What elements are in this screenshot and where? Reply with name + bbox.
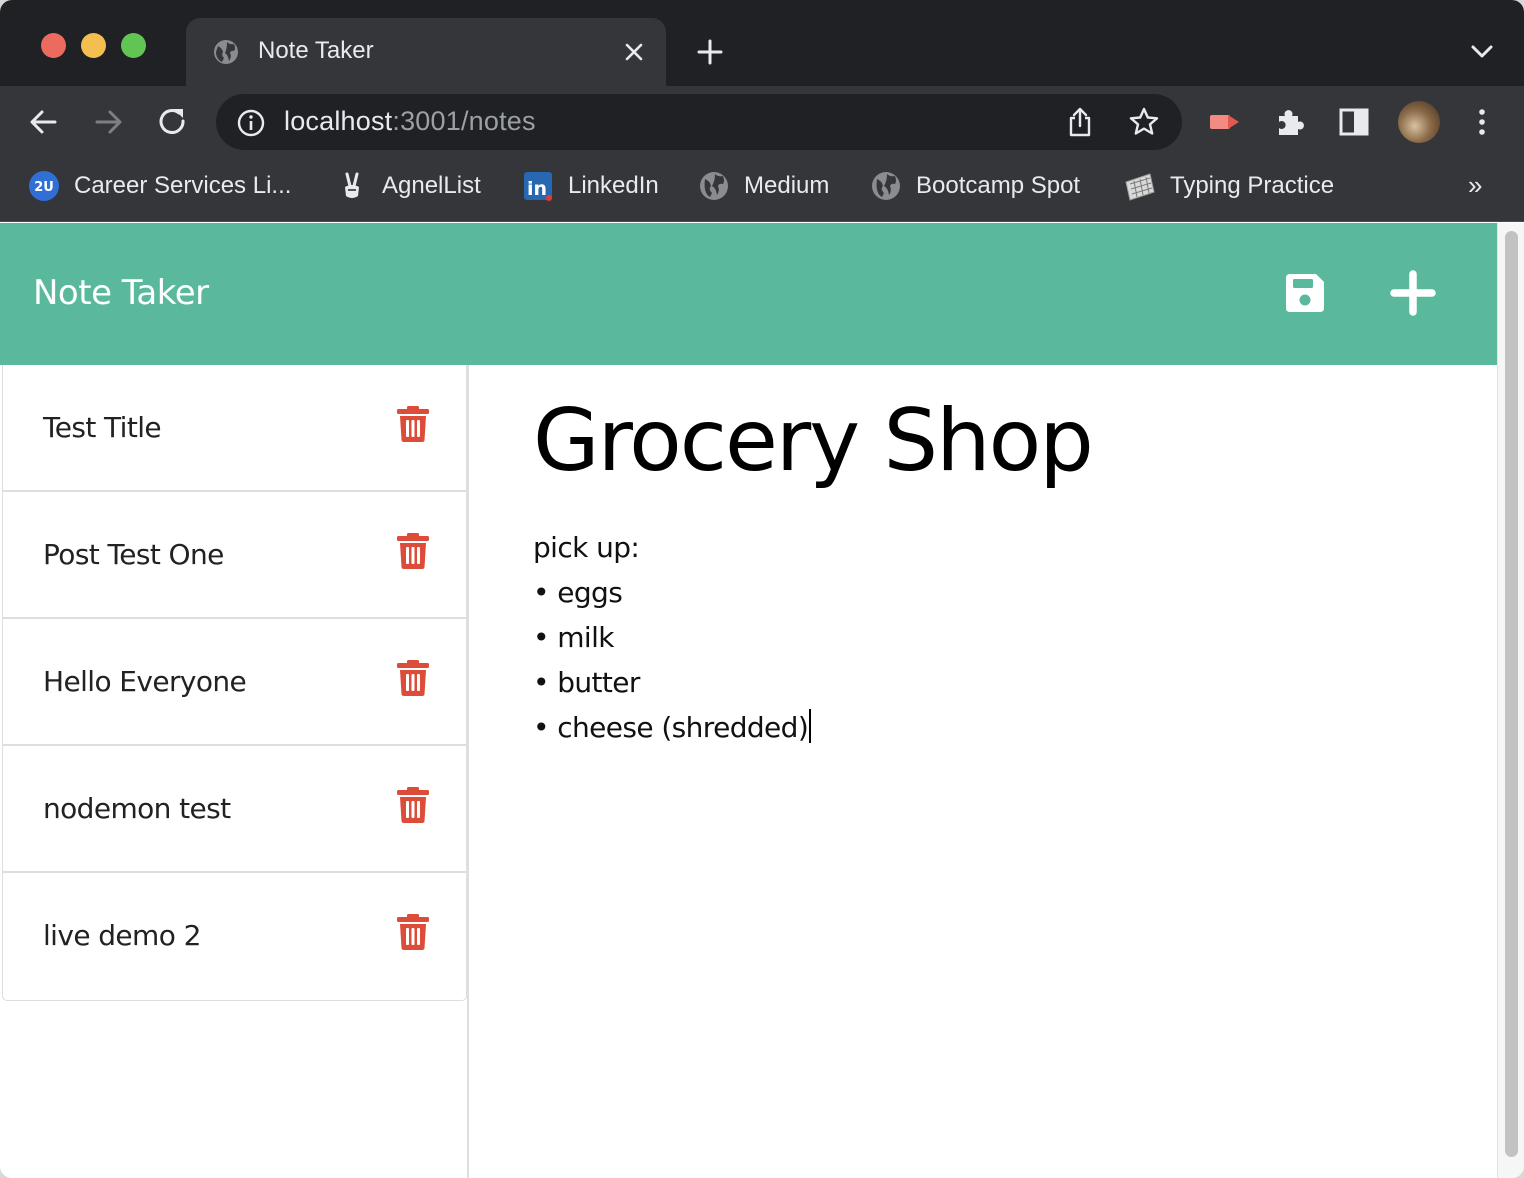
- side-panel-icon[interactable]: [1336, 104, 1372, 140]
- screen-recorder-extension-icon[interactable]: [1206, 104, 1242, 140]
- share-icon[interactable]: [1064, 106, 1096, 138]
- note-editor: Grocery Shop pick up: • eggs • milk • bu…: [471, 365, 1497, 1178]
- note-title[interactable]: live demo 2: [43, 919, 201, 952]
- tab-title: Note Taker: [258, 37, 374, 64]
- browser-tab[interactable]: Note Taker: [186, 18, 666, 86]
- note-line: • butter: [533, 666, 640, 699]
- app-brand[interactable]: Note Taker: [33, 273, 209, 313]
- note-title[interactable]: nodemon test: [43, 792, 231, 825]
- list-item[interactable]: Post Test One: [3, 492, 466, 619]
- note-line: • eggs: [533, 576, 623, 609]
- bookmark-medium[interactable]: Medium: [698, 168, 829, 204]
- app-navbar: Note Taker: [0, 223, 1497, 365]
- scrollbar-thumb[interactable]: [1505, 231, 1518, 1157]
- trash-icon[interactable]: [396, 786, 430, 824]
- svg-text:in: in: [527, 178, 547, 200]
- puzzle-extensions-icon[interactable]: [1273, 104, 1309, 140]
- note-list: Test Title Post Test One Hello Everyone …: [2, 365, 467, 1001]
- address-bar[interactable]: localhost:3001/notes: [216, 94, 1182, 150]
- svg-text:2U: 2U: [34, 180, 54, 195]
- web-page: Note Taker Test Title Post Test One Hell…: [0, 223, 1497, 1178]
- note-line-last: • cheese (shredded): [533, 705, 812, 750]
- globe-icon: [214, 40, 238, 64]
- plus-icon[interactable]: [1390, 270, 1436, 316]
- trash-icon[interactable]: [396, 659, 430, 697]
- note-text-area[interactable]: pick up: • eggs • milk • butter • cheese…: [533, 525, 812, 750]
- bookmarks-bar: 2U Career Services Li... AgnelList in Li…: [0, 156, 1524, 222]
- save-icon[interactable]: [1282, 270, 1328, 316]
- list-item[interactable]: Hello Everyone: [3, 619, 466, 746]
- info-icon[interactable]: [236, 108, 266, 138]
- forward-arrow-icon[interactable]: [90, 104, 126, 140]
- note-title[interactable]: Hello Everyone: [43, 665, 247, 698]
- 2u-icon: 2U: [29, 171, 59, 201]
- minimize-window-button[interactable]: [81, 33, 106, 58]
- bookmark-typing-practice[interactable]: Typing Practice: [1124, 168, 1334, 204]
- trash-icon[interactable]: [396, 405, 430, 443]
- note-title[interactable]: Post Test One: [43, 538, 224, 571]
- notes-sidebar: Test Title Post Test One Hello Everyone …: [0, 365, 469, 1178]
- profile-avatar[interactable]: [1398, 101, 1440, 143]
- linkedin-icon: in: [524, 172, 552, 201]
- note-line: • cheese (shredded): [533, 711, 809, 744]
- peace-hand-icon: [345, 172, 359, 198]
- star-icon[interactable]: [1128, 106, 1160, 138]
- browser-window: Note Taker localhost:3001/notes 2U Caree…: [0, 0, 1524, 1178]
- trash-icon[interactable]: [396, 532, 430, 570]
- fullscreen-window-button[interactable]: [121, 33, 146, 58]
- close-window-button[interactable]: [41, 33, 66, 58]
- reload-icon[interactable]: [155, 104, 191, 140]
- list-item[interactable]: live demo 2: [3, 873, 466, 1000]
- vertical-scrollbar[interactable]: [1497, 223, 1524, 1178]
- note-line: pick up:: [533, 531, 640, 564]
- note-title[interactable]: Test Title: [43, 411, 162, 444]
- url-text[interactable]: localhost:3001/notes: [284, 106, 536, 137]
- bookmarks-overflow-button[interactable]: »: [1468, 170, 1482, 201]
- chevron-down-icon[interactable]: [1466, 38, 1498, 66]
- bookmark-career-services[interactable]: 2U Career Services Li...: [28, 168, 291, 204]
- globe-icon: [700, 172, 728, 200]
- more-vertical-icon[interactable]: [1464, 104, 1500, 140]
- back-arrow-icon[interactable]: [26, 104, 62, 140]
- globe-icon: [872, 172, 900, 200]
- keyboard-icon: [1125, 173, 1155, 201]
- list-item[interactable]: nodemon test: [3, 746, 466, 873]
- tab-strip: Note Taker: [0, 0, 1524, 86]
- list-item[interactable]: Test Title: [3, 365, 466, 492]
- bookmark-agnellist[interactable]: AgnelList: [336, 168, 481, 204]
- close-tab-icon[interactable]: [620, 38, 648, 66]
- trash-icon[interactable]: [396, 913, 430, 951]
- bookmark-bootcamp-spot[interactable]: Bootcamp Spot: [870, 168, 1080, 204]
- new-tab-icon[interactable]: [694, 36, 726, 68]
- text-caret: [809, 709, 812, 743]
- bookmark-linkedin[interactable]: in LinkedIn: [522, 168, 659, 204]
- note-title-input[interactable]: Grocery Shop: [533, 391, 1094, 491]
- note-line: • milk: [533, 621, 614, 654]
- browser-toolbar: localhost:3001/notes: [0, 86, 1524, 156]
